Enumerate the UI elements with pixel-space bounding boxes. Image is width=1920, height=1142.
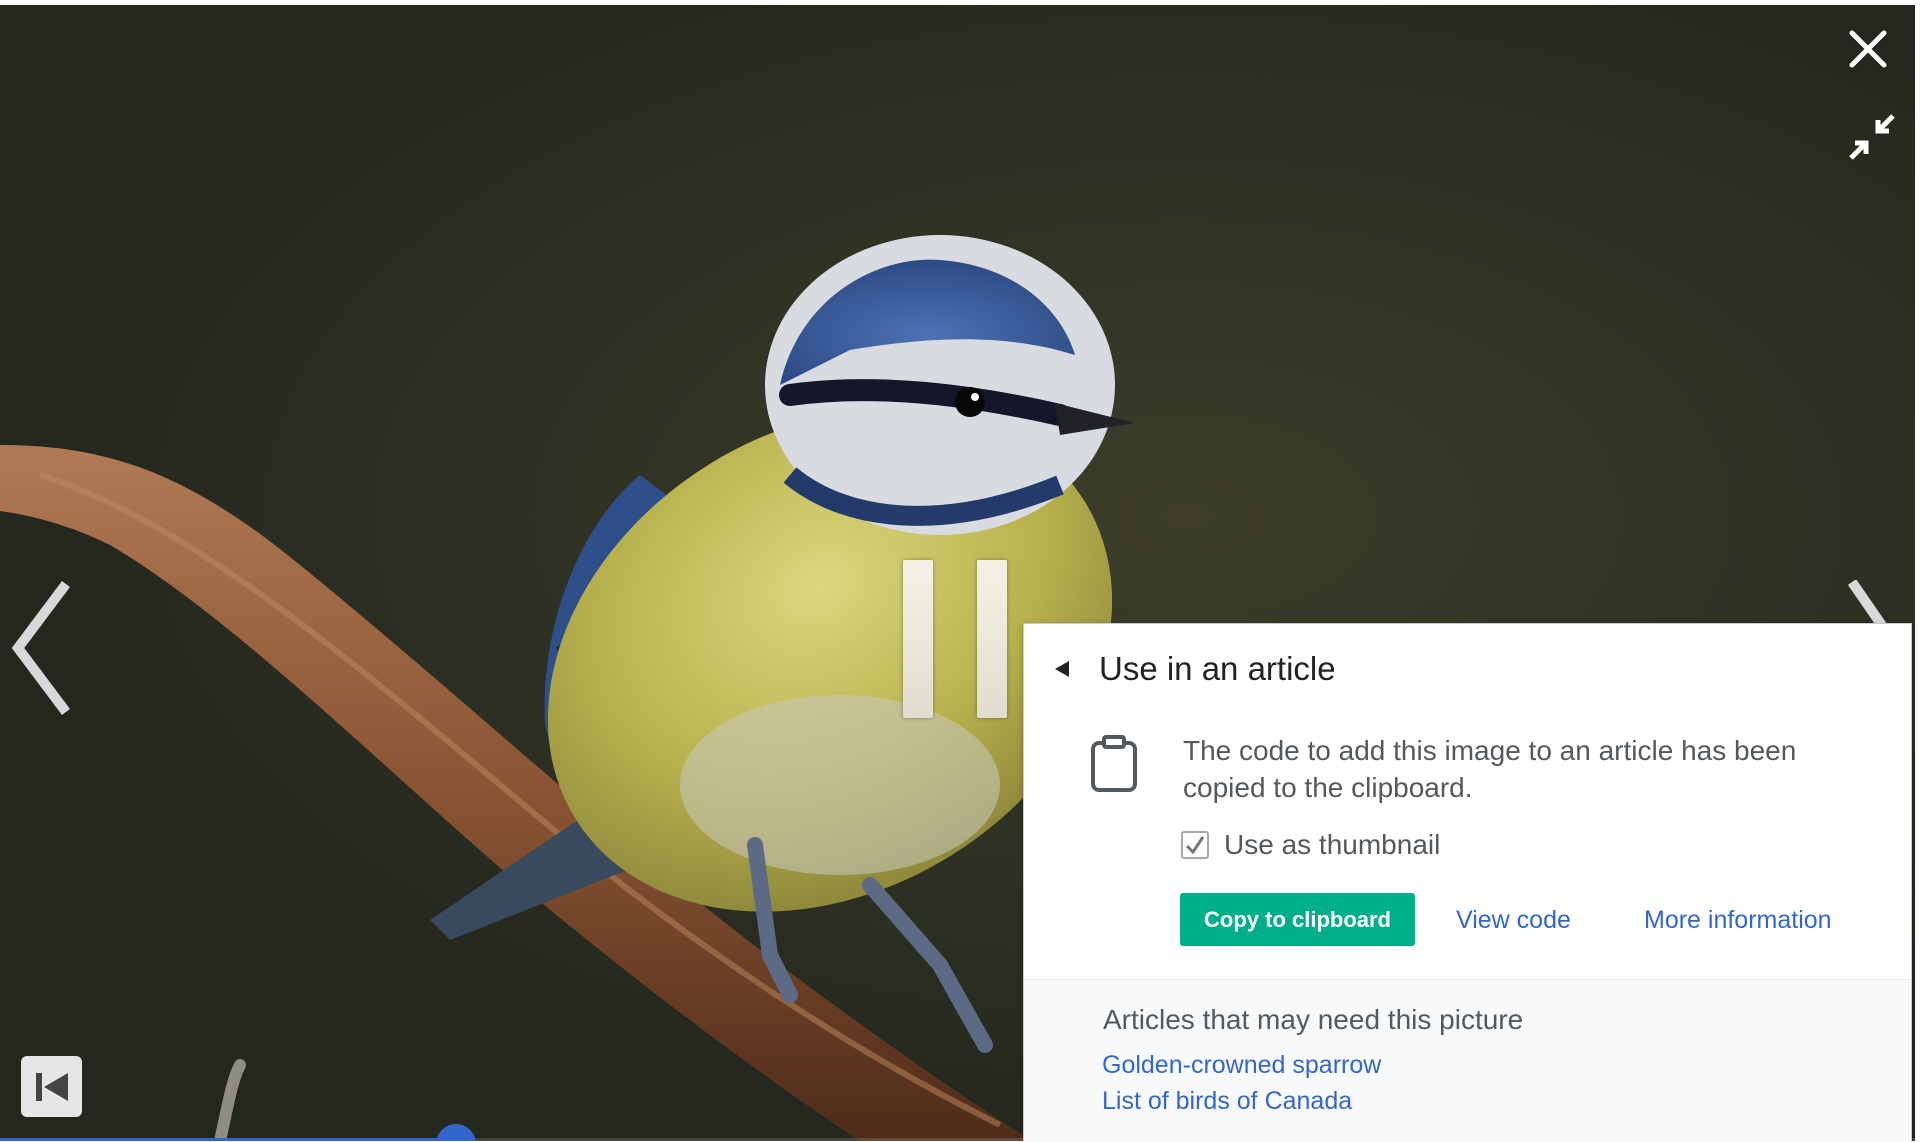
view-code-link[interactable]: View code xyxy=(1456,906,1571,935)
article-link[interactable]: Golden-crowned sparrow xyxy=(1102,1051,1381,1080)
chevron-left-icon xyxy=(11,581,70,715)
copied-message: The code to add this image to an article… xyxy=(1183,735,1797,803)
article-link[interactable]: List of birds of Canada xyxy=(1102,1087,1352,1116)
close-icon xyxy=(1849,30,1887,68)
use-as-thumbnail-option: Use as thumbnail xyxy=(1181,829,1440,861)
close-button[interactable] xyxy=(1840,21,1896,77)
checkmark-icon xyxy=(1185,836,1205,855)
pause-bar-left xyxy=(903,560,933,718)
thumbnail-label: Use as thumbnail xyxy=(1224,829,1441,860)
thumbnail-checkbox[interactable] xyxy=(1181,831,1209,859)
skip-to-start-button[interactable] xyxy=(21,1056,82,1117)
suggested-articles-section: Articles that may need this picture Gold… xyxy=(1024,979,1911,1142)
pause-button[interactable] xyxy=(895,560,1015,725)
clipboard-icon xyxy=(1091,735,1137,792)
panel-title: Use in an article xyxy=(1099,650,1336,687)
panel-header: Use in an article xyxy=(1052,650,1336,688)
exit-fullscreen-icon xyxy=(1849,114,1895,160)
exit-fullscreen-button[interactable] xyxy=(1845,110,1901,166)
previous-image-button[interactable] xyxy=(8,580,78,720)
triangle-left-icon[interactable] xyxy=(1052,659,1072,679)
more-information-link[interactable]: More information xyxy=(1644,906,1832,935)
pause-bar-right xyxy=(977,560,1007,718)
articles-heading: Articles that may need this picture xyxy=(1103,1004,1524,1035)
skip-to-start-icon xyxy=(35,1072,68,1101)
use-in-article-panel: Use in an article The code to add this i… xyxy=(1023,623,1912,1142)
copy-to-clipboard-button[interactable]: Copy to clipboard xyxy=(1180,893,1415,946)
